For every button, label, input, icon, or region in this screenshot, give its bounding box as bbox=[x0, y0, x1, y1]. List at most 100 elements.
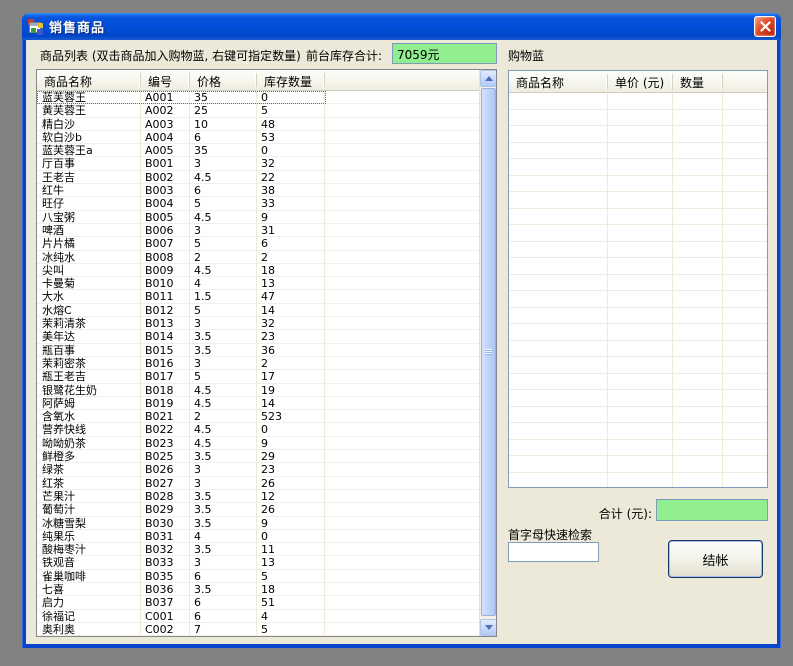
column-header-code[interactable]: 编号 bbox=[141, 70, 190, 90]
cell-price: 10 bbox=[190, 118, 257, 131]
table-row[interactable]: 红茶 B027 3 26 bbox=[37, 477, 479, 490]
cell-filler bbox=[325, 237, 479, 250]
cell-product-name: 红牛 bbox=[37, 184, 141, 197]
table-row[interactable]: 蓝芙蓉王 A001 35 0 bbox=[37, 91, 479, 104]
scrollbar-down-button[interactable] bbox=[480, 619, 497, 636]
table-row[interactable]: 铁观音 B033 3 13 bbox=[37, 556, 479, 569]
table-row[interactable]: 鲜橙多 B025 3.5 29 bbox=[37, 450, 479, 463]
cell-price: 3.5 bbox=[190, 503, 257, 516]
cell-price: 3.5 bbox=[190, 490, 257, 503]
cell-code: B007 bbox=[141, 237, 190, 250]
cart-empty-row bbox=[509, 209, 767, 226]
column-header-stock[interactable]: 库存数量 bbox=[257, 70, 325, 90]
cell-filler bbox=[325, 157, 479, 170]
table-row[interactable]: 大水 B011 1.5 47 bbox=[37, 290, 479, 303]
table-row[interactable]: 七喜 B036 3.5 18 bbox=[37, 583, 479, 596]
cart-empty-row bbox=[509, 456, 767, 473]
table-row[interactable]: 八宝粥 B005 4.5 9 bbox=[37, 211, 479, 224]
table-row[interactable]: 酸梅枣汁 B032 3.5 11 bbox=[37, 543, 479, 556]
table-row[interactable]: 呦呦奶茶 B023 4.5 9 bbox=[37, 437, 479, 450]
table-row[interactable]: 尖叫 B009 4.5 18 bbox=[37, 264, 479, 277]
table-row[interactable]: 美年达 B014 3.5 23 bbox=[37, 330, 479, 343]
table-row[interactable]: 营养快线 B022 4.5 0 bbox=[37, 423, 479, 436]
table-row[interactable]: 瓶王老吉 B017 5 17 bbox=[37, 370, 479, 383]
table-row[interactable]: 茉莉清茶 B013 3 32 bbox=[37, 317, 479, 330]
cell-filler bbox=[325, 251, 479, 264]
cart-empty-row bbox=[509, 225, 767, 242]
table-row[interactable]: 水熔C B012 5 14 bbox=[37, 304, 479, 317]
cell-product-name: 旺仔 bbox=[37, 197, 141, 210]
cart-column-header-unit-price[interactable]: 单价 (元) bbox=[608, 71, 673, 92]
cell-price: 5 bbox=[190, 370, 257, 383]
cell-code: B009 bbox=[141, 264, 190, 277]
column-header-price[interactable]: 价格 bbox=[190, 70, 257, 90]
cell-filler bbox=[325, 477, 479, 490]
table-row[interactable]: 冰糖雪梨 B030 3.5 9 bbox=[37, 517, 479, 530]
table-row[interactable]: 精白沙 A003 10 48 bbox=[37, 118, 479, 131]
table-row[interactable]: 红牛 B003 6 38 bbox=[37, 184, 479, 197]
cell-product-name: 雀巢咖啡 bbox=[37, 570, 141, 583]
table-row[interactable]: 雀巢咖啡 B035 6 5 bbox=[37, 570, 479, 583]
cell-price: 4.5 bbox=[190, 384, 257, 397]
table-row[interactable]: 徐福记 C001 6 4 bbox=[37, 610, 479, 623]
cart-total-label: 合计 (元): bbox=[578, 505, 652, 522]
table-row[interactable]: 片片橘 B007 5 6 bbox=[37, 237, 479, 250]
app-icon bbox=[28, 19, 44, 35]
cart-empty-row bbox=[509, 407, 767, 424]
cart-empty-row bbox=[509, 110, 767, 127]
cell-code: B005 bbox=[141, 211, 190, 224]
table-row[interactable]: 啤酒 B006 3 31 bbox=[37, 224, 479, 237]
cell-filler bbox=[325, 370, 479, 383]
cell-filler bbox=[325, 596, 479, 609]
product-rows-container: 蓝芙蓉王 A001 35 0 黄芙蓉王 A002 25 5 精白沙 A003 1… bbox=[37, 91, 479, 636]
table-row[interactable]: 黄芙蓉王 A002 25 5 bbox=[37, 104, 479, 117]
cell-product-name: 厅百事 bbox=[37, 157, 141, 170]
cell-code: A001 bbox=[141, 91, 190, 104]
cell-stock: 22 bbox=[257, 171, 325, 184]
title-bar[interactable]: 销售商品 bbox=[22, 13, 781, 40]
table-row[interactable]: 厅百事 B001 3 32 bbox=[37, 157, 479, 170]
cell-price: 4.5 bbox=[190, 397, 257, 410]
cell-filler bbox=[325, 410, 479, 423]
table-row[interactable]: 蓝芙蓉王a A005 35 0 bbox=[37, 144, 479, 157]
table-row[interactable]: 绿茶 B026 3 23 bbox=[37, 463, 479, 476]
table-row[interactable]: 葡萄汁 B029 3.5 26 bbox=[37, 503, 479, 516]
scrollbar-thumb[interactable] bbox=[481, 88, 496, 616]
cell-price: 5 bbox=[190, 304, 257, 317]
table-row[interactable]: 纯果乐 B031 4 0 bbox=[37, 530, 479, 543]
product-list-scrollbar[interactable] bbox=[479, 70, 496, 636]
table-row[interactable]: 旺仔 B004 5 33 bbox=[37, 197, 479, 210]
cart-total-value-box[interactable] bbox=[656, 499, 768, 521]
scrollbar-up-button[interactable] bbox=[480, 70, 497, 87]
cart-header: 商品名称 单价 (元) 数量 bbox=[509, 71, 767, 93]
table-row[interactable]: 芒果汁 B028 3.5 12 bbox=[37, 490, 479, 503]
cell-price: 3 bbox=[190, 357, 257, 370]
cell-code: B008 bbox=[141, 251, 190, 264]
table-row[interactable]: 瓶百事 B015 3.5 36 bbox=[37, 344, 479, 357]
quick-search-input[interactable] bbox=[508, 542, 599, 562]
table-row[interactable]: 银鹭花生奶 B018 4.5 19 bbox=[37, 384, 479, 397]
table-row[interactable]: 含氧水 B021 2 523 bbox=[37, 410, 479, 423]
table-row[interactable]: 启力 B037 6 51 bbox=[37, 596, 479, 609]
dialog-window: 销售商品 商品列表 (双击商品加入购物蓝, 右键可指定数量) 前台库存合计: 7… bbox=[22, 13, 781, 648]
cell-stock: 0 bbox=[257, 144, 325, 157]
checkout-button[interactable]: 结帐 bbox=[668, 540, 763, 578]
close-button[interactable] bbox=[754, 16, 776, 37]
table-row[interactable]: 冰纯水 B008 2 2 bbox=[37, 251, 479, 264]
table-row[interactable]: 阿萨姆 B019 4.5 14 bbox=[37, 397, 479, 410]
cell-stock: 32 bbox=[257, 317, 325, 330]
stock-total-value-box[interactable]: 7059元 bbox=[392, 43, 497, 64]
table-row[interactable]: 软白沙b A004 6 53 bbox=[37, 131, 479, 144]
table-row[interactable]: 卡曼菊 B010 4 13 bbox=[37, 277, 479, 290]
cell-price: 3.5 bbox=[190, 517, 257, 530]
table-row[interactable]: 茉莉密茶 B016 3 2 bbox=[37, 357, 479, 370]
cart-column-header-product-name[interactable]: 商品名称 bbox=[509, 71, 608, 92]
cell-code: B019 bbox=[141, 397, 190, 410]
cell-product-name: 七喜 bbox=[37, 583, 141, 596]
cart-column-header-quantity[interactable]: 数量 bbox=[673, 71, 723, 92]
table-row[interactable]: 王老吉 B002 4.5 22 bbox=[37, 171, 479, 184]
cell-filler bbox=[325, 131, 479, 144]
column-header-product-name[interactable]: 商品名称 bbox=[37, 70, 141, 90]
cell-price: 3.5 bbox=[190, 450, 257, 463]
table-row[interactable]: 奥利奥 C002 7 5 bbox=[37, 623, 479, 636]
